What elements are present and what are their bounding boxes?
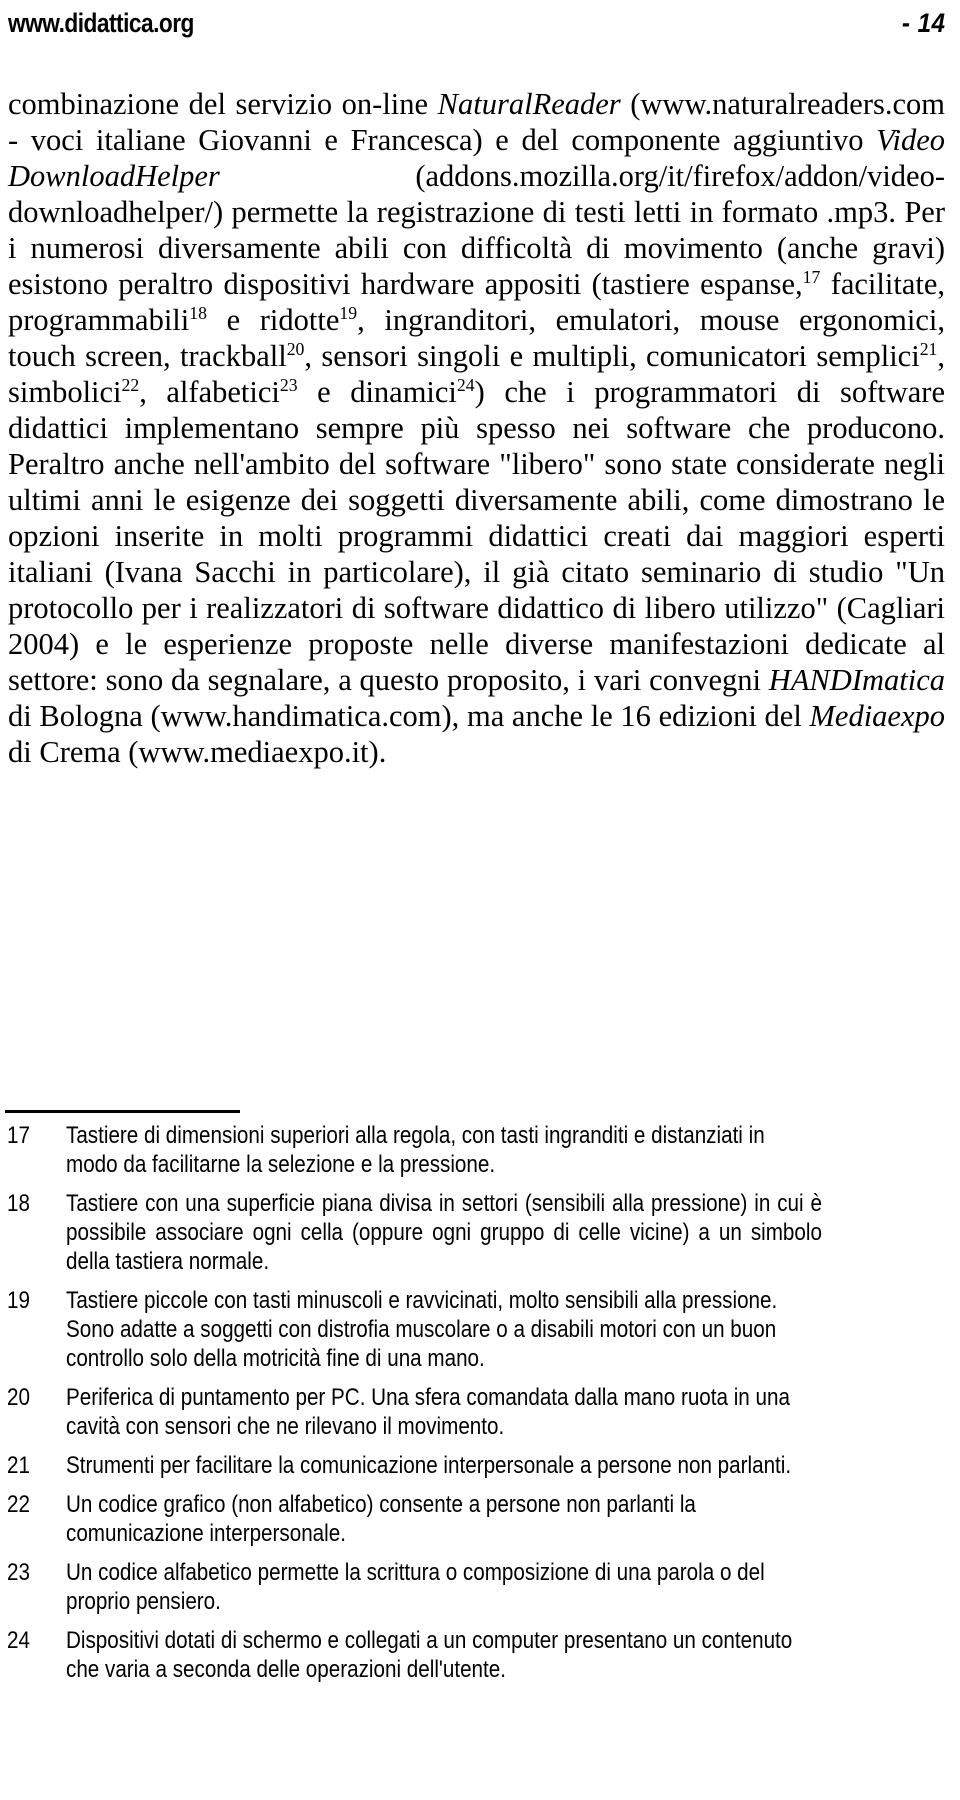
footnote-number: 18	[7, 1190, 30, 1217]
footnote-marker-23: 23	[279, 374, 298, 395]
footnote-marker-19: 19	[339, 302, 358, 323]
footnote-text: Tastiere piccole con tasti minuscoli e r…	[66, 1287, 778, 1372]
body-text-run: ) che i programmatori di software didatt…	[8, 375, 946, 697]
body-italic-term: Mediaexpo	[809, 699, 946, 733]
footnote-item: 20 Periferica di puntamento per PC. Una s…	[7, 1383, 945, 1441]
header-site-url: www.didattica.org	[8, 8, 194, 38]
footnote-text: Strumenti per facilitare la comunicazion…	[66, 1452, 792, 1479]
footnotes-list: 17 Tastiere di dimensioni superiori alla …	[7, 1121, 945, 1694]
body-text-run: di Crema (www.mediaexpo.it).	[8, 735, 387, 769]
footnote-number: 24	[7, 1627, 30, 1654]
body-paragraph: combinazione del servizio on-line Natura…	[8, 86, 945, 770]
footnote-item: 19 Tastiere piccole con tasti minuscoli e…	[7, 1286, 945, 1373]
footnote-text: Tastiere di dimensioni superiori alla re…	[66, 1122, 765, 1178]
footnote-separator-rule	[5, 1110, 240, 1113]
footnote-text: Dispositivi dotati di schermo e collegat…	[66, 1627, 793, 1683]
footnote-marker-22: 22	[121, 374, 140, 395]
footnote-item: 22 Un codice grafico (non alfabetico) con…	[7, 1490, 945, 1548]
page-header: www.didattica.org - 14	[8, 8, 946, 50]
footnote-item: 18 Tastiere con una superficie piana divi…	[7, 1189, 945, 1276]
footnote-item: 23 Un codice alfabetico permette la scrit…	[7, 1558, 945, 1616]
footnote-marker-21: 21	[919, 338, 938, 359]
footnote-text: Periferica di puntamento per PC. Una sfe…	[66, 1384, 790, 1440]
footnote-number: 23	[7, 1559, 30, 1586]
footnote-number: 22	[7, 1491, 30, 1518]
footnote-marker-20: 20	[286, 338, 305, 359]
footnote-text: Tastiere con una superficie piana divisa…	[66, 1190, 822, 1275]
body-text-run: combinazione del servizio on-line	[8, 87, 438, 121]
footnote-number: 21	[7, 1452, 30, 1479]
body-italic-term: HANDImatica	[768, 663, 945, 697]
footnote-number: 20	[7, 1384, 30, 1411]
document-page: www.didattica.org - 14 combinazione del …	[0, 0, 960, 1800]
header-page-number: - 14	[902, 8, 946, 38]
body-text-run: e ridotte	[206, 303, 340, 337]
footnote-item: 21 Strumenti per facilitare la comunicazi…	[7, 1451, 945, 1480]
footnote-item: 17 Tastiere di dimensioni superiori alla …	[7, 1121, 945, 1179]
body-text-run: , alfabetici	[139, 375, 280, 409]
footnote-number: 17	[7, 1122, 30, 1149]
body-text-run: , sensori singoli e multipli, comunicato…	[304, 339, 920, 373]
body-italic-term: NaturalReader	[437, 87, 621, 121]
footnote-text: Un codice grafico (non alfabetico) conse…	[66, 1491, 696, 1547]
body-text-run: di Bologna (www.handimatica.com), ma anc…	[8, 699, 810, 733]
footnote-marker-18: 18	[189, 302, 207, 323]
body-text-block: combinazione del servizio on-line Natura…	[8, 86, 945, 770]
footnote-number: 19	[7, 1287, 30, 1314]
footnote-marker-24: 24	[456, 374, 475, 395]
body-text-run: e dinamici	[297, 375, 457, 409]
footnote-item: 24 Dispositivi dotati di schermo e colleg…	[7, 1626, 945, 1684]
footnote-text: Un codice alfabetico permette la scrittu…	[66, 1559, 765, 1615]
footnote-marker-17: 17	[802, 266, 821, 287]
